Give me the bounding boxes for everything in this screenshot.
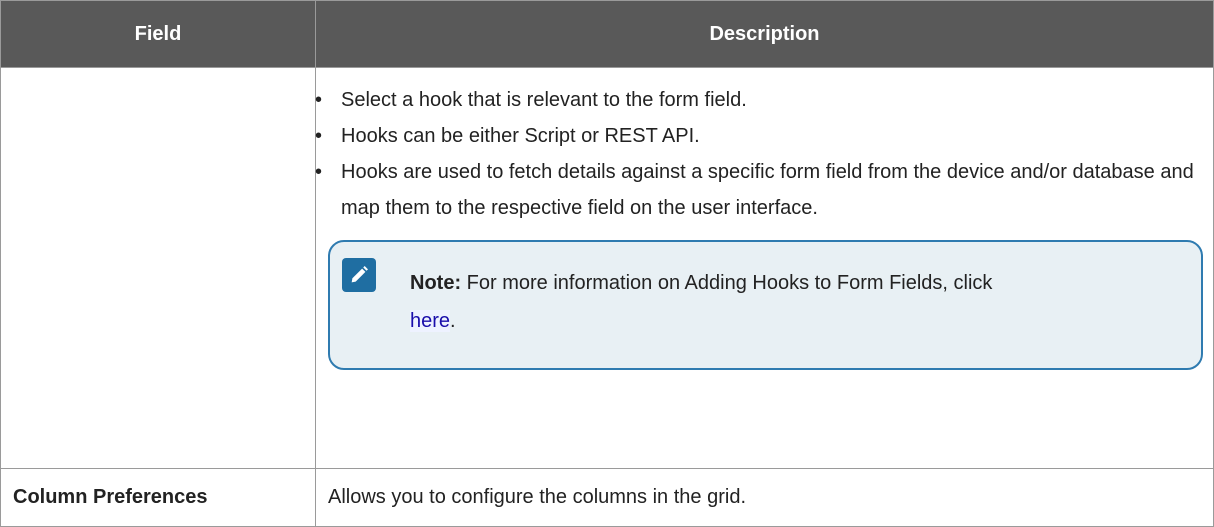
bullet-item: • Select a hook that is relevant to the f… <box>315 89 747 111</box>
field-name-column-preferences: Column Preferences <box>0 468 316 527</box>
note-text: For more information on Adding Hooks to … <box>466 272 993 294</box>
header-field: Field <box>0 0 316 68</box>
pencil-icon <box>342 258 376 292</box>
bullet-text: Hooks can be either Script or REST API. <box>341 125 700 147</box>
note-suffix: . <box>450 310 456 332</box>
table-header-row: Field Description <box>0 0 1214 68</box>
header-description: Description <box>315 0 1214 68</box>
note-box: Note: For more information on Adding Hoo… <box>328 240 1203 370</box>
bullet-item: • Hooks are used to fetch details against… <box>315 161 1194 219</box>
table-row-column-preferences: Column Preferences Allows you to configu… <box>0 468 1214 527</box>
description-cell-hooks: • Select a hook that is relevant to the f… <box>315 67 1214 469</box>
table-row-hooks: • Select a hook that is relevant to the f… <box>0 67 1214 469</box>
note-label: Note: <box>410 272 462 294</box>
field-cell-empty <box>0 67 316 469</box>
here-link[interactable]: here <box>410 310 451 332</box>
bullet-text: Select a hook that is relevant to the fo… <box>341 89 747 111</box>
bullet-text: Hooks are used to fetch details against … <box>341 161 1194 219</box>
field-description-table: Field Description • Select a hook that is… <box>0 0 1214 527</box>
bullet-item: • Hooks can be either Script or REST API. <box>315 125 700 147</box>
description-column-preferences: Allows you to configure the columns in t… <box>315 468 1214 527</box>
